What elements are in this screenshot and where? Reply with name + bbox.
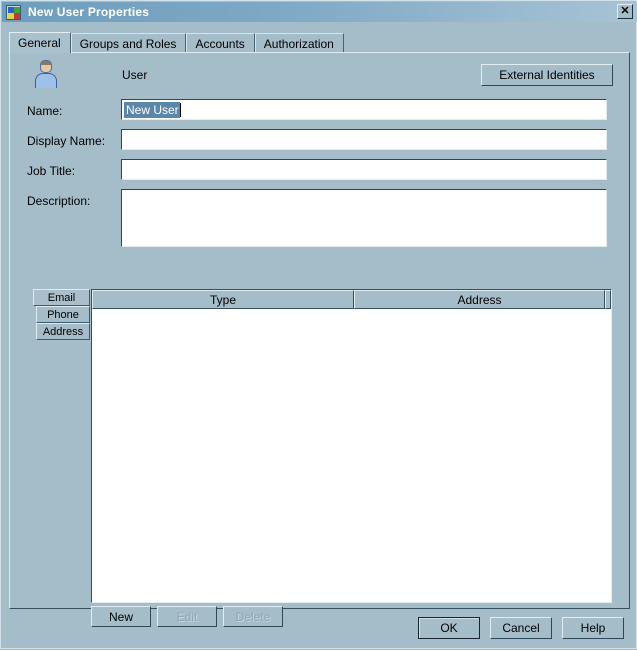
window-title: New User Properties bbox=[28, 5, 150, 19]
tab-general[interactable]: General bbox=[9, 32, 71, 53]
external-identities-button[interactable]: External Identities bbox=[481, 64, 613, 86]
description-label: Description: bbox=[27, 194, 91, 208]
table-header-row: Type Address bbox=[92, 290, 611, 309]
tab-authorization[interactable]: Authorization bbox=[254, 33, 344, 53]
tab-accounts[interactable]: Accounts bbox=[186, 33, 255, 53]
contact-type-tabs: Email Phone Address bbox=[33, 289, 90, 340]
cancel-button[interactable]: Cancel bbox=[490, 617, 552, 639]
application-icon bbox=[6, 4, 21, 20]
column-header-type[interactable]: Type bbox=[92, 290, 354, 309]
display-name-input[interactable] bbox=[121, 129, 607, 150]
entity-type-label: User bbox=[122, 68, 148, 82]
side-tab-phone[interactable]: Phone bbox=[36, 306, 90, 323]
help-button[interactable]: Help bbox=[562, 617, 624, 639]
titlebar[interactable]: New User Properties ✕ bbox=[2, 2, 637, 22]
display-name-label: Display Name: bbox=[27, 134, 106, 148]
job-title-label: Job Title: bbox=[27, 164, 76, 178]
ok-button[interactable]: OK bbox=[418, 617, 480, 639]
close-icon[interactable]: ✕ bbox=[617, 4, 633, 19]
side-tab-email[interactable]: Email bbox=[33, 289, 90, 306]
tab-groups-and-roles[interactable]: Groups and Roles bbox=[70, 33, 187, 53]
contacts-table: Type Address bbox=[91, 289, 612, 603]
name-input[interactable]: New User bbox=[121, 99, 607, 120]
side-tab-address[interactable]: Address bbox=[36, 323, 90, 340]
dialog-window: New User Properties ✕ General Groups and… bbox=[0, 0, 637, 649]
column-header-filler bbox=[605, 290, 611, 309]
name-label: Name: bbox=[27, 104, 63, 118]
name-input-value: New User bbox=[124, 101, 180, 118]
dialog-footer: OK Cancel Help bbox=[1, 613, 637, 650]
table-body[interactable] bbox=[92, 309, 611, 602]
user-icon bbox=[33, 60, 59, 90]
general-tab-panel: User External Identities Name: New User … bbox=[9, 52, 630, 627]
job-title-input[interactable] bbox=[121, 159, 607, 180]
description-textarea[interactable] bbox=[121, 189, 607, 247]
tab-strip: General Groups and Roles Accounts Author… bbox=[9, 32, 344, 53]
column-header-address[interactable]: Address bbox=[354, 290, 605, 309]
